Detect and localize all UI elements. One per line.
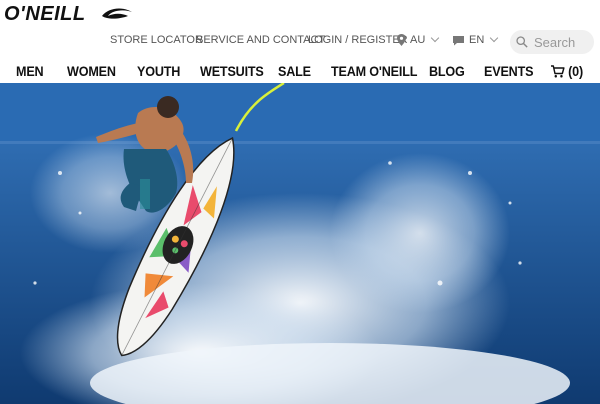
nav-team-oneill[interactable]: TEAM O'NEILL (331, 63, 417, 79)
nav-women[interactable]: WOMEN (67, 63, 116, 79)
nav-wetsuits[interactable]: WETSUITS (200, 63, 264, 79)
hero-banner[interactable] (0, 83, 600, 404)
search-box[interactable] (510, 30, 594, 54)
cart-button[interactable]: (0) (551, 63, 583, 79)
region-label: AU (410, 34, 426, 46)
chevron-down-icon (490, 33, 499, 43)
nav-sale[interactable]: SALE (278, 63, 311, 79)
nav-blog[interactable]: BLOG (429, 63, 465, 79)
nav-events[interactable]: EVENTS (484, 63, 534, 79)
cart-icon (551, 64, 565, 77)
store-locator-link[interactable]: STORE LOCATOR (110, 34, 203, 46)
login-register-link[interactable]: LOGIN / REGISTER (308, 34, 408, 46)
header: O'NEILL (0, 0, 600, 28)
brand-name: O'NEILL (4, 2, 86, 25)
search-icon (516, 36, 528, 48)
brand-logo[interactable]: O'NEILL (4, 2, 134, 26)
location-pin-icon (397, 34, 406, 46)
main-nav: MEN WOMEN YOUTH WETSUITS SALE TEAM O'NEI… (0, 60, 600, 82)
service-contact-link[interactable]: SERVICE AND CONTACT (196, 34, 325, 46)
nav-youth[interactable]: YOUTH (137, 63, 180, 79)
search-input[interactable] (534, 34, 594, 50)
language-selector[interactable]: EN (452, 33, 499, 46)
chevron-down-icon (431, 33, 440, 43)
wave-logo-icon (101, 8, 132, 19)
nav-men[interactable]: MEN (16, 63, 44, 79)
cart-count: (0) (568, 63, 583, 79)
chat-bubble-icon (453, 35, 464, 45)
region-selector[interactable]: AU (397, 33, 440, 46)
language-label: EN (469, 34, 485, 46)
hero-surfer-image (0, 83, 600, 404)
